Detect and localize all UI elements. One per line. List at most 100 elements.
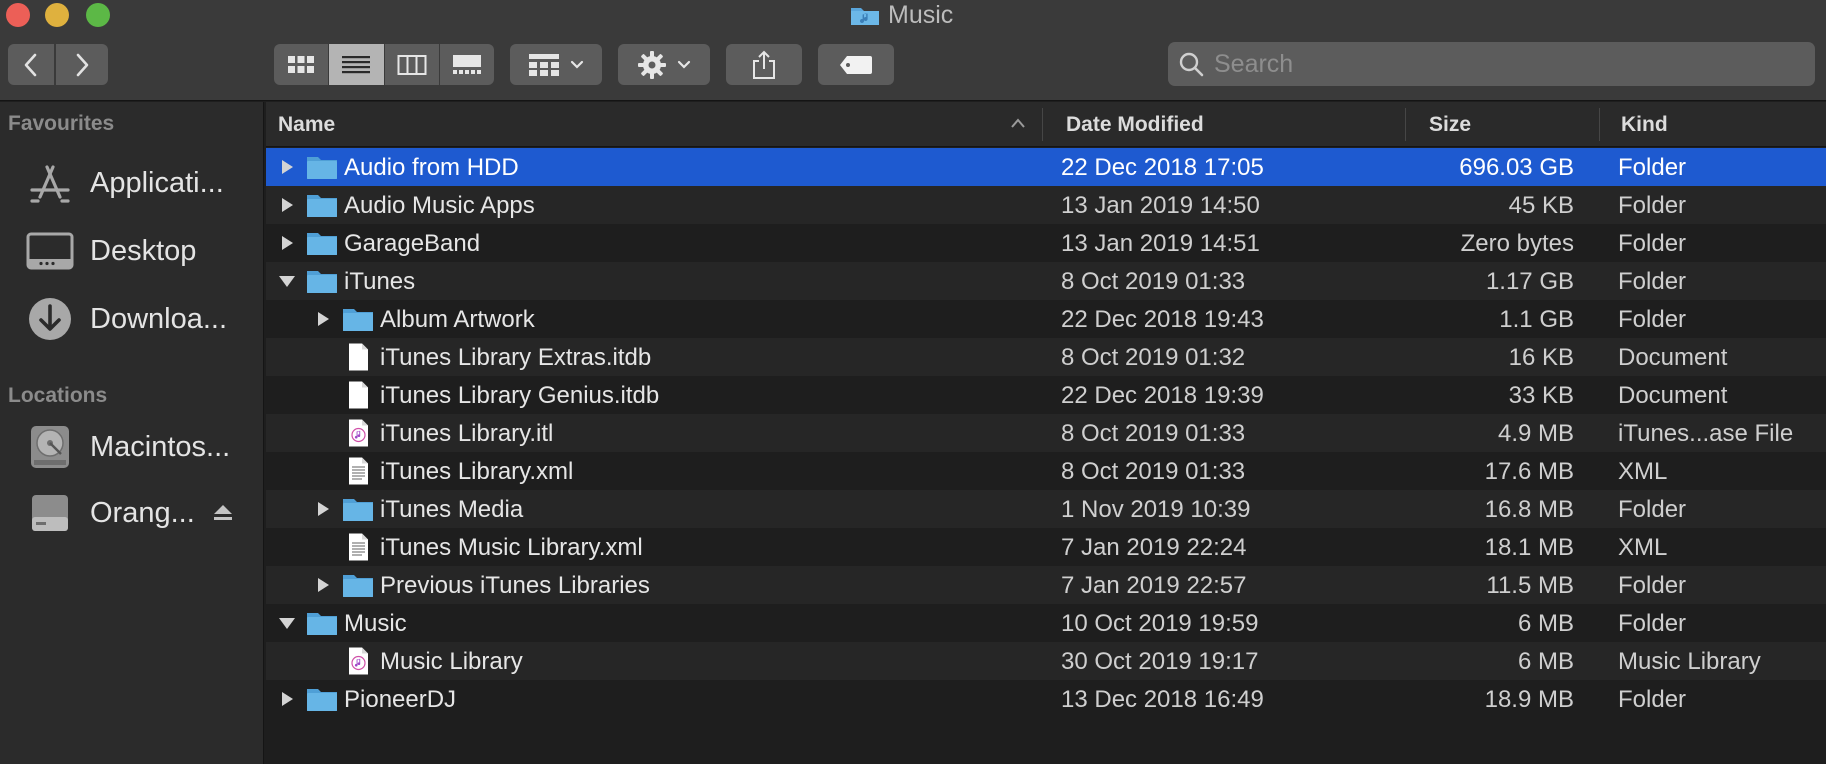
file-row[interactable]: Music Library 30 Oct 2019 19:17 6 MB Music … bbox=[266, 642, 1826, 680]
column-view-icon bbox=[397, 54, 427, 75]
file-kind: Folder bbox=[1618, 686, 1687, 713]
file-name: iTunes Library.xml bbox=[380, 458, 574, 485]
file-kind: Folder bbox=[1618, 610, 1687, 637]
column-header-date-label: Date Modified bbox=[1066, 112, 1204, 136]
disclosure-triangle-expanded-icon[interactable] bbox=[278, 614, 296, 632]
file-row[interactable]: iTunes Library.xml 8 Oct 2019 01:33 17.6 M… bbox=[266, 452, 1826, 490]
file-row[interactable]: iTunes Library Genius.itdb 22 Dec 2018 19… bbox=[266, 376, 1826, 414]
folder-icon bbox=[307, 233, 337, 255]
document-icon bbox=[349, 381, 368, 409]
disclosure-triangle-expanded-icon[interactable] bbox=[278, 272, 296, 290]
file-name: PioneerDJ bbox=[344, 686, 457, 713]
file-name: Album Artwork bbox=[380, 306, 535, 333]
column-header-name[interactable]: Name bbox=[278, 102, 335, 147]
file-row[interactable]: iTunes Music Library.xml 7 Jan 2019 22:24… bbox=[266, 528, 1826, 566]
column-header-size[interactable]: Size bbox=[1429, 102, 1471, 147]
itunes-file-icon bbox=[349, 647, 368, 675]
folder-icon bbox=[343, 499, 373, 521]
column-header-kind[interactable]: Kind bbox=[1621, 102, 1668, 147]
file-row[interactable]: Music 10 Oct 2019 19:59 6 MB Folder bbox=[266, 604, 1826, 642]
file-size: 1.17 GB bbox=[1485, 268, 1574, 295]
file-row[interactable]: iTunes Media 1 Nov 2019 10:39 16.8 MB Folde… bbox=[266, 490, 1826, 528]
column-divider[interactable] bbox=[1042, 108, 1043, 141]
file-name: Audio Music Apps bbox=[344, 192, 535, 219]
file-name: iTunes Music Library.xml bbox=[380, 534, 643, 561]
file-row[interactable]: Audio Music Apps 13 Jan 2019 14:50 45 KB Fo… bbox=[266, 186, 1826, 224]
icon-view-button[interactable] bbox=[274, 44, 330, 85]
gallery-view-button[interactable] bbox=[440, 44, 494, 85]
sidebar-item-desktop[interactable]: Desktop bbox=[0, 220, 264, 282]
disclosure-triangle-collapsed-icon[interactable] bbox=[314, 310, 332, 328]
forward-button[interactable] bbox=[56, 44, 108, 85]
column-header-size-label: Size bbox=[1429, 112, 1472, 136]
itunes-file-icon bbox=[349, 419, 368, 447]
file-row[interactable]: iTunes Library Extras.itdb 8 Oct 2019 01:… bbox=[266, 338, 1826, 376]
file-row[interactable]: iTunes 8 Oct 2019 01:33 1.17 GB Folder bbox=[266, 262, 1826, 300]
sidebar-item-applications[interactable]: Applicati... bbox=[0, 152, 264, 214]
sidebar-item-label: Applicati... bbox=[90, 166, 224, 199]
file-date-modified: 13 Jan 2019 14:50 bbox=[1061, 192, 1260, 219]
file-date-modified: 22 Dec 2018 19:39 bbox=[1061, 382, 1264, 409]
sidebar-item-label: Desktop bbox=[90, 234, 197, 267]
file-row[interactable]: Album Artwork 22 Dec 2018 19:43 1.1 GB Fold… bbox=[266, 300, 1826, 338]
file-name: GarageBand bbox=[344, 230, 481, 257]
zoom-window-button[interactable] bbox=[86, 3, 110, 27]
file-size: 6 MB bbox=[1517, 610, 1574, 637]
sidebar-item-orange-drive[interactable]: Orang... bbox=[0, 482, 264, 544]
column-divider[interactable] bbox=[1405, 108, 1406, 141]
file-row[interactable]: PioneerDJ 13 Dec 2018 16:49 18.9 MB Folder bbox=[266, 680, 1826, 718]
file-date-modified: 8 Oct 2019 01:32 bbox=[1061, 344, 1246, 371]
eject-icon[interactable] bbox=[212, 503, 234, 523]
close-window-button[interactable] bbox=[6, 3, 30, 27]
back-button[interactable] bbox=[8, 44, 54, 85]
file-row[interactable]: GarageBand 13 Jan 2019 14:51 Zero bytes Fol… bbox=[266, 224, 1826, 262]
gallery-view-icon bbox=[452, 54, 481, 74]
folder-icon bbox=[343, 575, 373, 597]
disclosure-triangle-collapsed-icon[interactable] bbox=[314, 576, 332, 594]
file-date-modified: 22 Dec 2018 19:43 bbox=[1061, 306, 1264, 333]
column-header-name-label: Name bbox=[278, 112, 336, 136]
column-divider[interactable] bbox=[1599, 108, 1600, 141]
column-header: Name Date Modified Size Kind bbox=[266, 102, 1826, 147]
search-icon bbox=[1179, 52, 1204, 77]
group-by-button[interactable] bbox=[510, 44, 602, 85]
file-size: 696.03 GB bbox=[1459, 154, 1574, 181]
disclosure-triangle-collapsed-icon[interactable] bbox=[278, 234, 296, 252]
file-list: Name Date Modified Size Kind Audio from … bbox=[266, 102, 1826, 764]
file-size: 45 KB bbox=[1508, 192, 1574, 219]
document-icon bbox=[349, 343, 368, 371]
disclosure-triangle-collapsed-icon[interactable] bbox=[278, 158, 296, 176]
sidebar: Favourites Applicati... Desktop Downloa.… bbox=[0, 102, 264, 764]
disclosure-triangle-collapsed-icon[interactable] bbox=[278, 690, 296, 708]
file-kind: Document bbox=[1618, 382, 1728, 409]
chevron-down-icon bbox=[570, 60, 584, 69]
file-kind: XML bbox=[1618, 458, 1668, 485]
file-name: Audio from HDD bbox=[344, 154, 519, 181]
file-size: 1.1 GB bbox=[1499, 306, 1574, 333]
sidebar-item-downloads[interactable]: Downloa... bbox=[0, 288, 264, 350]
sidebar-item-macintosh-hd[interactable]: Macintos... bbox=[0, 416, 264, 478]
minimize-window-button[interactable] bbox=[45, 3, 69, 27]
search-input[interactable] bbox=[1214, 49, 1774, 79]
desktop-icon bbox=[26, 227, 74, 275]
file-size: 17.6 MB bbox=[1484, 458, 1574, 485]
column-view-button[interactable] bbox=[385, 44, 440, 85]
file-row[interactable]: Previous iTunes Libraries 7 Jan 2019 22:5… bbox=[266, 566, 1826, 604]
file-row[interactable]: Audio from HDD 22 Dec 2018 17:05 696.03 GB… bbox=[266, 148, 1826, 186]
file-row[interactable]: iTunes Library.itl 8 Oct 2019 01:33 4.9 MB… bbox=[266, 414, 1826, 452]
share-button[interactable] bbox=[726, 44, 802, 85]
tag-button[interactable] bbox=[818, 44, 894, 85]
disclosure-triangle-collapsed-icon[interactable] bbox=[314, 500, 332, 518]
file-kind: Folder bbox=[1618, 192, 1687, 219]
action-menu-button[interactable] bbox=[618, 44, 710, 85]
toolbar: Music bbox=[0, 0, 1826, 101]
folder-icon bbox=[307, 271, 337, 293]
file-date-modified: 8 Oct 2019 01:33 bbox=[1061, 420, 1246, 447]
list-view-button[interactable] bbox=[329, 44, 385, 85]
column-header-date[interactable]: Date Modified bbox=[1066, 102, 1204, 147]
search-field[interactable] bbox=[1168, 42, 1815, 86]
file-name: iTunes bbox=[344, 268, 416, 295]
disclosure-triangle-collapsed-icon[interactable] bbox=[278, 196, 296, 214]
file-date-modified: 10 Oct 2019 19:59 bbox=[1061, 610, 1259, 637]
file-size: 4.9 MB bbox=[1497, 420, 1574, 447]
